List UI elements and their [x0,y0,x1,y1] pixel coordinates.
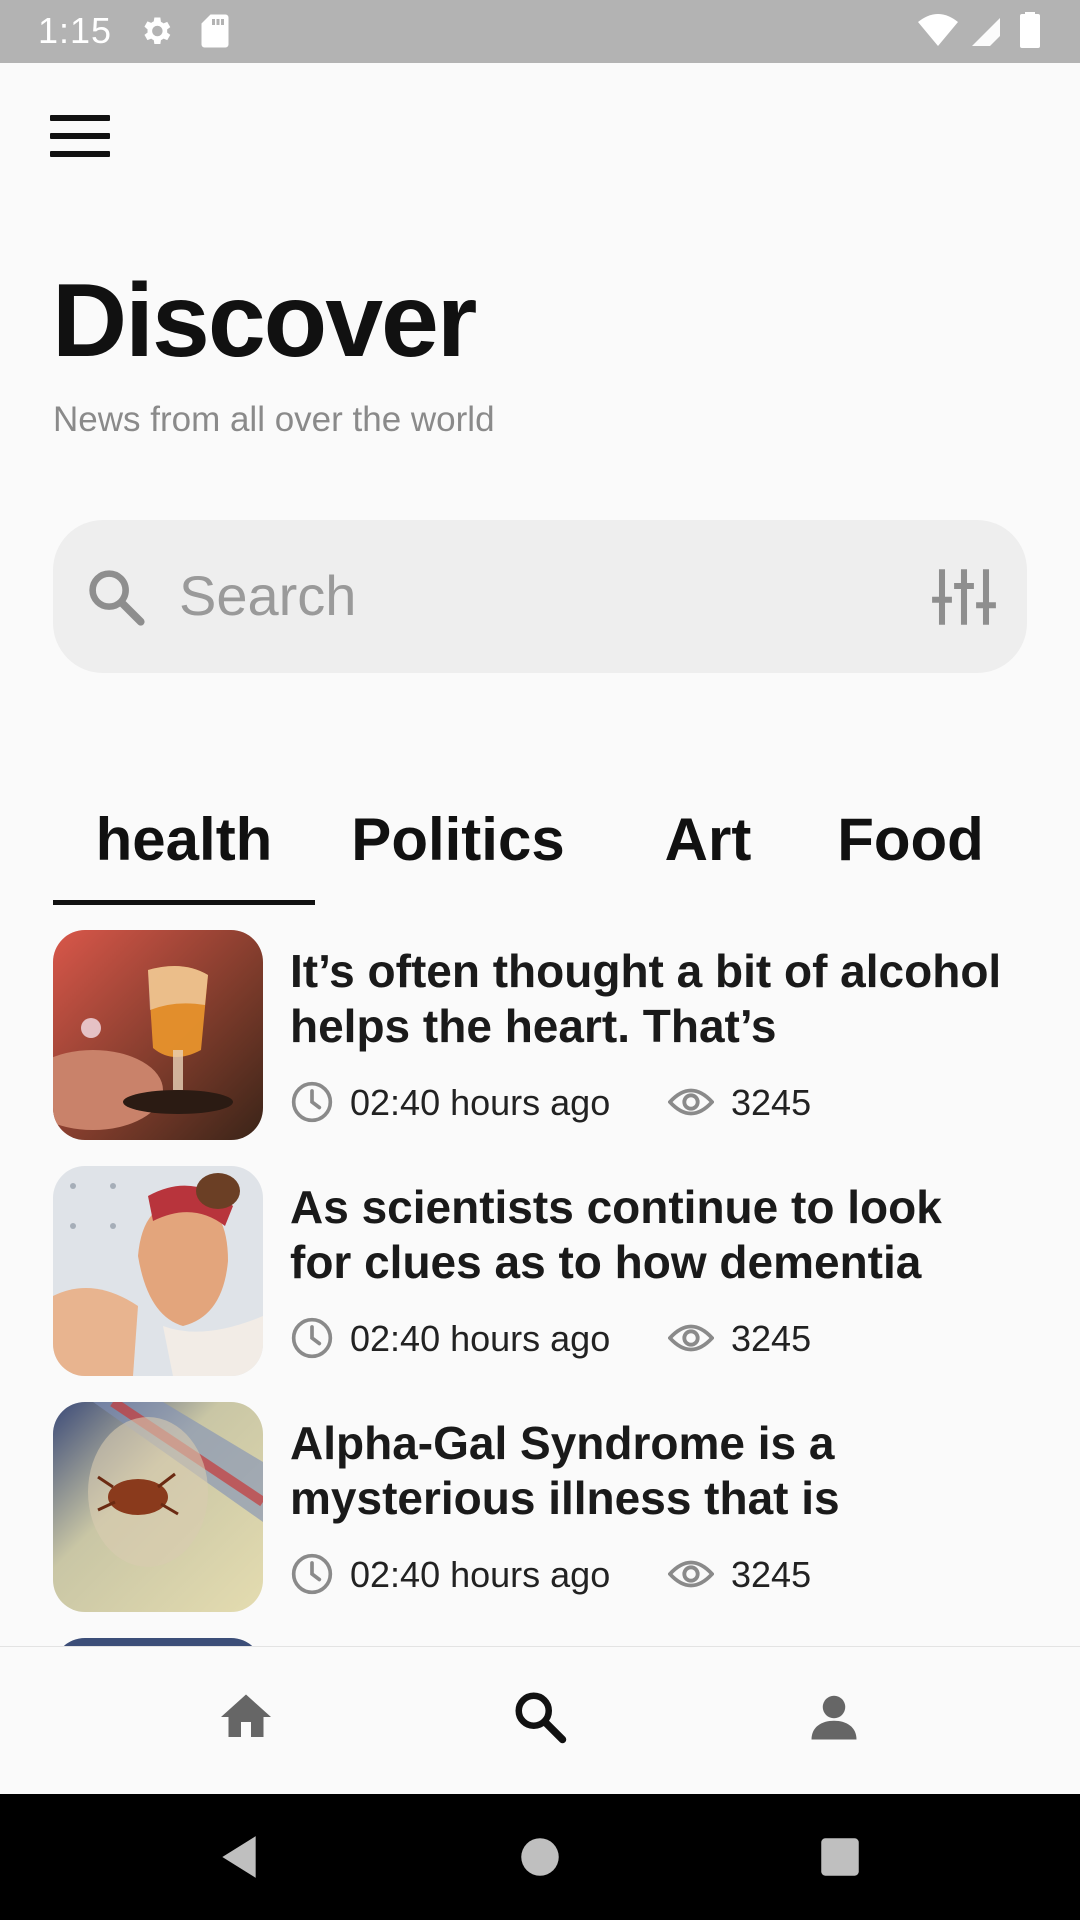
eye-icon [668,1324,714,1352]
system-navigation-bar [0,1794,1080,1920]
app-screen: 1:15 Discover News from all over the wor… [0,0,1080,1920]
category-tabs: health Politics Art Food [53,790,1027,905]
article-thumbnail [53,930,263,1140]
page-subtitle: News from all over the world [53,400,495,439]
article-views: 3245 [731,1554,812,1595]
wifi-icon [918,14,958,46]
bottom-navigation [0,1646,1080,1794]
page-title: Discover [52,263,477,379]
status-bar: 1:15 [0,0,1080,63]
article-title: As scientists continue to look for clues… [290,1181,942,1288]
eye-icon [668,1560,714,1588]
search-icon [89,570,145,626]
hamburger-line [50,133,110,139]
hamburger-line [50,151,110,157]
home-circle-icon[interactable] [515,1832,565,1882]
article-meta: 02:40 hours ago 3245 [290,1548,1010,1598]
tab-food[interactable]: Food [823,790,998,905]
hamburger-line [50,115,110,121]
article-item[interactable]: As scientists continue to look for clues… [53,1166,1027,1378]
clock-icon [291,1081,333,1123]
status-icons [918,12,1040,48]
search-input[interactable] [179,550,879,640]
article-thumbnail [53,1166,263,1376]
signal-icon [972,18,1000,46]
article-time: 02:40 hours ago [350,1318,611,1359]
article-views: 3245 [731,1082,812,1123]
clock-icon [291,1553,333,1595]
article-meta: 02:40 hours ago 3245 [290,1076,1010,1126]
person-icon[interactable] [804,1687,864,1747]
back-icon[interactable] [214,1832,264,1882]
status-time: 1:15 [38,10,113,51]
tab-politics[interactable]: Politics [343,790,573,905]
search-icon[interactable] [510,1687,570,1747]
article-views: 3245 [731,1318,812,1359]
filter-sliders-icon[interactable] [931,564,997,630]
home-icon[interactable] [216,1687,276,1747]
eye-icon [668,1088,714,1116]
article-thumbnail [53,1402,263,1612]
selected-tab-indicator [53,900,315,905]
article-item[interactable]: It’s often thought a bit of alcohol help… [53,930,1027,1142]
article-item[interactable]: Alpha-Gal Syndrome is a mysterious illne… [53,1402,1027,1614]
article-title: Alpha-Gal Syndrome is a mysterious illne… [290,1417,840,1524]
article-title: It’s often thought a bit of alcohol help… [290,945,1002,1052]
recents-icon[interactable] [815,1832,865,1882]
article-meta: 02:40 hours ago 3245 [290,1312,1010,1362]
article-time: 02:40 hours ago [350,1082,611,1123]
search-bar [53,520,1027,673]
article-time: 02:40 hours ago [350,1554,611,1595]
tab-health[interactable]: health [53,790,315,905]
settings-gear-icon [144,17,171,45]
menu-button[interactable] [50,115,110,157]
battery-icon [1020,12,1040,48]
sd-card-icon [201,14,229,48]
tab-art[interactable]: Art [633,790,783,905]
clock-icon [291,1317,333,1359]
